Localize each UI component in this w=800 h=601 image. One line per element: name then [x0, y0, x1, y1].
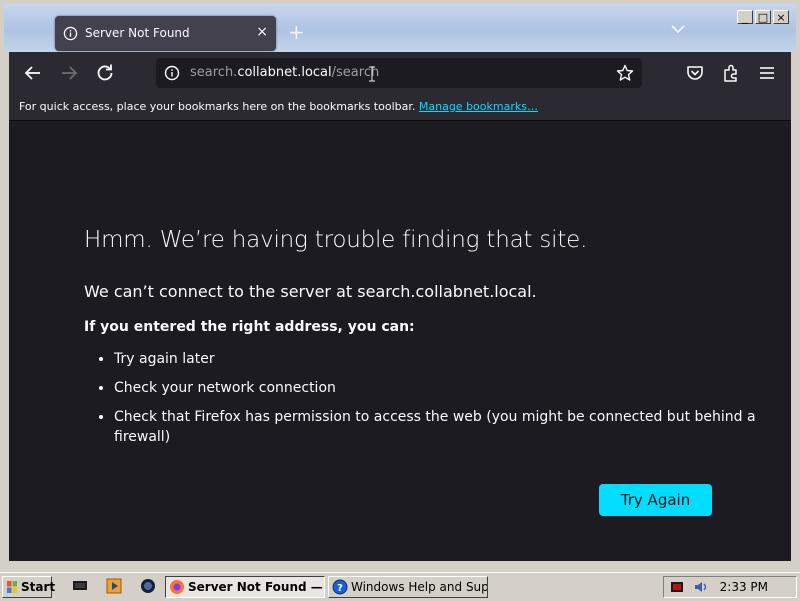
pocket-icon[interactable] — [684, 62, 706, 84]
reload-icon[interactable] — [94, 62, 116, 84]
taskbar-item-label: Windows Help and Sup... — [351, 580, 488, 594]
taskbar-item-label: Server Not Found — ... — [188, 580, 324, 594]
try-again-button[interactable]: Try Again — [599, 484, 712, 516]
firefox-icon — [170, 580, 184, 594]
media-player-icon[interactable] — [106, 578, 122, 594]
taskbar: Start Server Not Found — ... ? Windows H… — [0, 572, 800, 601]
manage-bookmarks-link[interactable]: Manage bookmarks… — [419, 100, 538, 113]
firefox-window: Server Not Found × + _ □ × search.collab… — [0, 0, 800, 572]
bookmarks-hint: For quick access, place your bookmarks h… — [19, 100, 416, 113]
list-item: Try again later — [114, 349, 764, 369]
site-info-icon[interactable] — [164, 65, 180, 81]
url-text[interactable]: search.collabnet.local/search — [190, 65, 379, 81]
svg-text:?: ? — [337, 583, 343, 594]
system-tray: 2:33 PM — [663, 576, 797, 598]
close-window-button[interactable]: × — [773, 10, 789, 24]
back-icon[interactable] — [22, 62, 44, 84]
error-page: Hmm. We’re having trouble finding that s… — [9, 121, 791, 561]
title-bar: Server Not Found × + _ □ × — [4, 4, 796, 52]
bookmarks-message: For quick access, place your bookmarks h… — [19, 100, 538, 113]
volume-icon[interactable] — [694, 580, 710, 594]
tray-app-icon[interactable] — [670, 580, 684, 594]
url-prefix: search. — [190, 65, 238, 80]
minimize-button[interactable]: _ — [737, 10, 753, 24]
address-bar[interactable]: search.collabnet.local/search — [156, 58, 642, 88]
error-description: We can’t connect to the server at search… — [84, 282, 537, 301]
taskbar-item-help[interactable]: ? Windows Help and Sup... — [328, 576, 488, 598]
extensions-icon[interactable] — [720, 62, 742, 84]
menu-icon[interactable] — [756, 62, 778, 84]
list-item: Check your network connection — [114, 378, 764, 398]
taskbar-item-firefox[interactable]: Server Not Found — ... — [165, 576, 325, 598]
info-icon — [63, 26, 78, 41]
navigation-toolbar: search.collabnet.local/search — [9, 52, 791, 94]
bookmarks-toolbar: For quick access, place your bookmarks h… — [9, 94, 791, 121]
tab-close-icon[interactable]: × — [256, 24, 268, 40]
new-tab-button[interactable]: + — [288, 20, 305, 44]
forward-icon[interactable] — [58, 62, 80, 84]
url-host: collabnet.local — [237, 65, 332, 80]
suggestions-heading: If you entered the right address, you ca… — [84, 319, 415, 335]
suggestions-list: Try again later Check your network conne… — [84, 349, 764, 456]
browser-quicklaunch-icon[interactable] — [140, 578, 156, 594]
maximize-button[interactable]: □ — [755, 10, 771, 24]
start-button[interactable]: Start — [2, 576, 56, 598]
show-desktop-icon[interactable] — [72, 578, 88, 594]
clock: 2:33 PM — [719, 580, 768, 594]
error-title: Hmm. We’re having trouble finding that s… — [84, 227, 588, 253]
bookmark-star-icon[interactable] — [616, 64, 634, 82]
help-icon: ? — [332, 579, 348, 595]
windows-flag-icon — [7, 581, 17, 593]
start-label: Start — [21, 580, 56, 594]
list-all-tabs-icon[interactable] — [671, 24, 685, 34]
tab-title: Server Not Found — [85, 26, 190, 40]
tab-server-not-found[interactable]: Server Not Found × — [55, 16, 276, 51]
text-cursor-icon — [369, 66, 375, 82]
list-item: Check that Firefox has permission to acc… — [114, 407, 764, 447]
